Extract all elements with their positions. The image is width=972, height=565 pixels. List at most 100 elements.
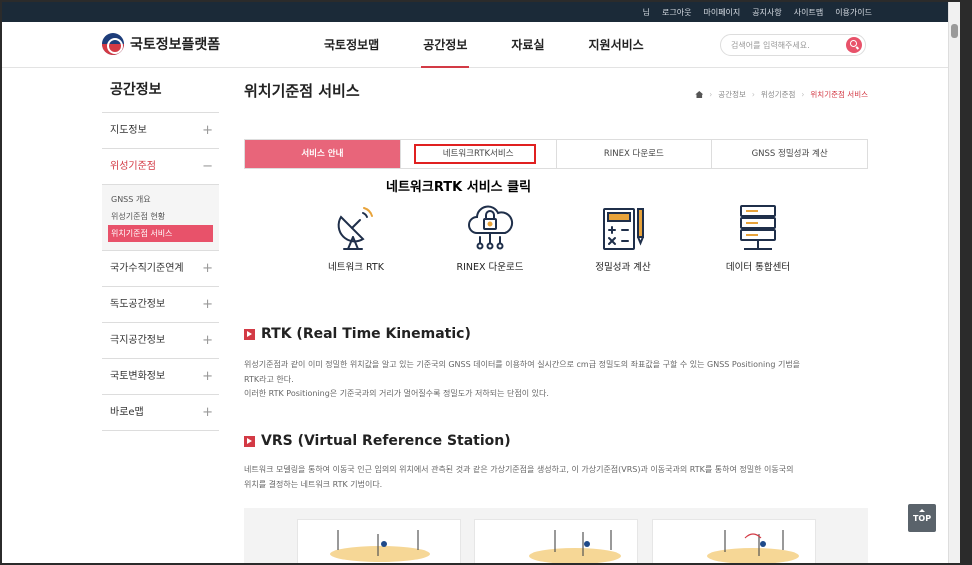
- survey-illustration: [330, 530, 430, 562]
- logo-emblem-icon: [102, 33, 124, 55]
- breadcrumb-separator-icon: ›: [709, 90, 713, 99]
- main-nav: 국토정보맵 공간정보 자료실 지원서비스: [302, 22, 666, 68]
- top-button-label: TOP: [912, 514, 932, 523]
- submenu-point-service[interactable]: 위치기준점 서비스: [108, 225, 213, 242]
- service-label: RINEX 다운로드: [456, 262, 524, 273]
- paragraph-line: 이러한 RTK Positioning은 기준국과의 거리가 멀어질수록 정밀도…: [244, 389, 549, 398]
- search-placeholder: 검색어를 입력해주세요.: [731, 41, 810, 50]
- service-label: 네트워크 RTK: [328, 262, 384, 273]
- expand-icon: +: [202, 123, 213, 138]
- sidebar-title: 공간정보: [102, 68, 219, 113]
- breadcrumb-separator-icon: ›: [751, 90, 755, 99]
- sidebar-item-label: 독도공간정보: [110, 299, 166, 310]
- section-title-rtk: RTK (Real Time Kinematic): [244, 326, 471, 342]
- tab-rinex-download[interactable]: RINEX 다운로드: [555, 140, 712, 168]
- section-body-vrs: 네트워크 모델링을 통하여 이동국 인근 임의의 위치에서 관측된 것과 같은 …: [244, 463, 868, 492]
- sidebar-item-label: 국가수직기준연계: [110, 263, 184, 274]
- paragraph-line: 위성기준점과 같이 이미 정밀한 위치값을 알고 있는 기준국의 GNSS 데이…: [244, 360, 801, 369]
- sidebar-item-label: 바로e맵: [110, 407, 144, 418]
- expand-icon: +: [202, 261, 213, 276]
- site-logo[interactable]: 국토정보플랫폼: [102, 33, 220, 55]
- sidebar-item-polar[interactable]: 극지공간정보 +: [102, 323, 219, 359]
- scroll-to-top-button[interactable]: TOP: [908, 504, 936, 532]
- illustration-gallery: [244, 508, 868, 563]
- search-icon[interactable]: [846, 37, 862, 53]
- nav-item-spatial-info[interactable]: 공간정보: [401, 22, 489, 68]
- sidebar-item-label: 국토변화정보: [110, 371, 166, 382]
- paragraph-line: 위치를 결정하는 네트워크 RTK 기법이다.: [244, 479, 383, 489]
- section-marker-icon: [244, 435, 255, 447]
- illustration-card: [297, 519, 461, 563]
- vertical-scrollbar[interactable]: [948, 2, 960, 563]
- sidebar: 공간정보 지도정보 + 위성기준점 − GNSS 개요 위성기준점 현황 위치기…: [102, 68, 219, 431]
- service-icons: 네트워크 RTK RINEX 다운로드 정밀성과 계산 데이터 통합센터: [244, 203, 868, 283]
- sidebar-item-label: 지도정보: [110, 125, 147, 136]
- section-title-text: RTK (Real Time Kinematic): [261, 326, 471, 342]
- sidebar-item-map-info[interactable]: 지도정보 +: [102, 113, 219, 149]
- guide-link[interactable]: 이용가이드: [835, 7, 872, 18]
- breadcrumb-current: 위치기준점 서비스: [810, 90, 868, 99]
- service-precision-calc[interactable]: 정밀성과 계산: [563, 203, 683, 273]
- expand-icon: +: [202, 369, 213, 384]
- sidebar-item-vertical-datum[interactable]: 국가수직기준연계 +: [102, 251, 219, 287]
- survey-illustration: [707, 530, 799, 563]
- cloud-lock-icon: [468, 205, 514, 250]
- expand-icon: +: [202, 297, 213, 312]
- instruction-annotation: 네트워크RTK 서비스 클릭: [386, 180, 532, 195]
- tab-service-guide[interactable]: 서비스 안내: [245, 140, 400, 168]
- sidebar-item-label: 극지공간정보: [110, 335, 166, 346]
- submenu-point-status[interactable]: 위성기준점 현황: [108, 208, 213, 225]
- sidebar-submenu: GNSS 개요 위성기준점 현황 위치기준점 서비스: [102, 185, 219, 251]
- collapse-icon: −: [202, 159, 213, 174]
- sitemap-link[interactable]: 사이트맵: [794, 7, 823, 18]
- nav-item-map[interactable]: 국토정보맵: [302, 22, 401, 68]
- section-body-rtk: 위성기준점과 같이 이미 정밀한 위치값을 알고 있는 기준국의 GNSS 데이…: [244, 358, 868, 402]
- submenu-gnss-overview[interactable]: GNSS 개요: [108, 191, 213, 208]
- logout-link[interactable]: 로그아웃: [662, 7, 691, 18]
- breadcrumb-item[interactable]: 위성기준점: [761, 89, 796, 100]
- arrow-up-icon: [919, 509, 925, 512]
- tab-network-rtk[interactable]: 네트워크RTK서비스: [399, 140, 556, 168]
- section-title-vrs: VRS (Virtual Reference Station): [244, 433, 511, 449]
- tab-gnss-calc[interactable]: GNSS 정밀성과 계산: [711, 140, 867, 168]
- service-data-center[interactable]: 데이터 통합센터: [698, 203, 818, 273]
- service-tabs: 서비스 안내 네트워크RTK서비스 RINEX 다운로드 GNSS 정밀성과 계…: [244, 139, 868, 169]
- service-rinex-download[interactable]: RINEX 다운로드: [430, 203, 550, 273]
- illustration-card: [652, 519, 816, 563]
- nav-item-support[interactable]: 지원서비스: [567, 22, 666, 68]
- sidebar-item-dokdo[interactable]: 독도공간정보 +: [102, 287, 219, 323]
- sidebar-item-land-change[interactable]: 국토변화정보 +: [102, 359, 219, 395]
- sidebar-item-label: 위성기준점: [110, 161, 156, 172]
- server-rack-icon: [740, 205, 776, 250]
- satellite-dish-icon: [337, 207, 373, 250]
- paragraph-line: 네트워크 모델링을 통하여 이동국 인근 임의의 위치에서 관측된 것과 같은 …: [244, 465, 794, 474]
- paragraph-line: RTK라고 한다.: [244, 374, 294, 384]
- expand-icon: +: [202, 333, 213, 348]
- page-title: 위치기준점 서비스: [244, 82, 360, 100]
- illustration-card: [474, 519, 638, 563]
- calculator-icon: [603, 208, 644, 250]
- scrollbar-thumb[interactable]: [951, 24, 958, 38]
- logo-text: 국토정보플랫폼: [130, 37, 221, 53]
- breadcrumb-separator-icon: ›: [801, 90, 805, 99]
- expand-icon: +: [202, 405, 213, 420]
- search-input[interactable]: 검색어를 입력해주세요.: [720, 34, 866, 56]
- sidebar-item-satellite-points[interactable]: 위성기준점 −: [102, 149, 219, 185]
- home-icon[interactable]: [695, 91, 704, 98]
- browser-viewport: 님 로그아웃 마이페이지 공지사항 사이트맵 이용가이드 국토정보플랫폼 국토정…: [2, 2, 960, 563]
- notice-link[interactable]: 공지사항: [752, 7, 781, 18]
- sidebar-item-baro-emap[interactable]: 바로e맵 +: [102, 395, 219, 431]
- user-greeting: 님: [642, 7, 651, 17]
- mypage-link[interactable]: 마이페이지: [703, 7, 740, 18]
- nav-item-archive[interactable]: 자료실: [489, 22, 566, 68]
- breadcrumb-item[interactable]: 공간정보: [718, 89, 746, 100]
- service-network-rtk[interactable]: 네트워크 RTK: [296, 203, 416, 273]
- utility-bar: 님 로그아웃 마이페이지 공지사항 사이트맵 이용가이드: [2, 2, 960, 22]
- survey-illustration: [529, 530, 621, 563]
- site-header: 국토정보플랫폼 국토정보맵 공간정보 자료실 지원서비스 검색어를 입력해주세요…: [2, 22, 948, 68]
- service-label: 데이터 통합센터: [725, 262, 791, 273]
- section-marker-icon: [244, 328, 255, 340]
- service-label: 정밀성과 계산: [595, 262, 651, 273]
- breadcrumb: › 공간정보 › 위성기준점 › 위치기준점 서비스: [695, 89, 868, 100]
- section-title-text: VRS (Virtual Reference Station): [261, 433, 511, 449]
